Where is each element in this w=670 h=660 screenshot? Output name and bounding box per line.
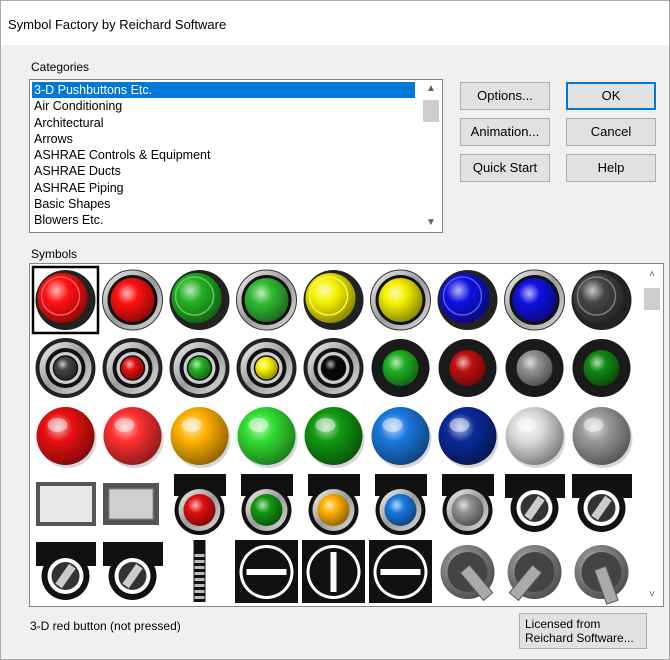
category-item[interactable]: Blowers Etc. xyxy=(32,212,415,228)
category-item[interactable]: ASHRAE Ducts xyxy=(32,163,415,179)
ok-button[interactable]: OK xyxy=(566,82,656,110)
options-button[interactable]: Options... xyxy=(460,82,550,110)
symbol-glossy[interactable] xyxy=(505,407,566,468)
category-item[interactable]: Air Conditioning xyxy=(32,98,415,114)
symbol-glossy[interactable] xyxy=(36,407,97,468)
categories-list: 3-D Pushbuttons Etc. Air Conditioning Arch… xyxy=(32,82,415,229)
symbol-key-switch[interactable] xyxy=(505,474,565,532)
cancel-button[interactable]: Cancel xyxy=(566,118,656,146)
quick-start-button[interactable]: Quick Start xyxy=(460,154,550,182)
symbol-lever-up[interactable] xyxy=(574,545,629,605)
symbol-glossy[interactable] xyxy=(237,407,298,468)
symbol-pushbutton[interactable] xyxy=(571,270,632,330)
licensed-button[interactable]: Licensed from Reichard Software... xyxy=(519,613,647,649)
help-button[interactable]: Help xyxy=(566,154,656,182)
symbol-pushbutton[interactable] xyxy=(437,270,498,330)
symbols-scroll-thumb[interactable] xyxy=(644,288,660,310)
symbol-pushbutton-ring[interactable] xyxy=(370,269,431,331)
symbol-lamp-housing[interactable] xyxy=(442,474,494,535)
symbol-lamp-housing[interactable] xyxy=(308,474,360,535)
symbol-glossy[interactable] xyxy=(371,407,432,468)
scroll-up-icon[interactable]: ▲ xyxy=(420,80,442,98)
symbol-pilot-black[interactable] xyxy=(572,339,631,397)
symbol-key-switch-narrow[interactable] xyxy=(572,474,632,532)
categories-listbox[interactable]: 3-D Pushbuttons Etc. Air Conditioning Arch… xyxy=(29,79,443,233)
scroll-down-icon[interactable]: ▼ xyxy=(420,214,442,232)
licensed-line-2: Reichard Software... xyxy=(525,631,634,645)
category-item[interactable]: ASHRAE Piping xyxy=(32,180,415,196)
window-title: Symbol Factory by Reichard Software xyxy=(8,17,227,32)
symbol-guarded[interactable] xyxy=(236,338,297,398)
symbol-selector-square-vert[interactable] xyxy=(302,540,365,603)
symbol-factory-dialog: Symbol Factory by Reichard Software Cate… xyxy=(0,0,670,660)
symbol-glossy[interactable] xyxy=(572,407,633,468)
symbol-pushbutton-ring[interactable] xyxy=(236,269,297,331)
symbols-label: Symbols xyxy=(31,247,78,261)
symbol-glossy[interactable] xyxy=(438,407,499,468)
symbol-guarded[interactable] xyxy=(102,338,163,398)
symbol-slider[interactable] xyxy=(193,540,206,602)
symbol-lever[interactable] xyxy=(440,545,495,602)
symbol-pushbutton-ring[interactable] xyxy=(504,269,565,331)
symbol-rect-button[interactable] xyxy=(36,482,96,526)
symbol-guarded[interactable] xyxy=(169,338,230,398)
symbol-key-switch[interactable] xyxy=(103,542,163,600)
symbol-pushbutton-ring[interactable] xyxy=(102,269,163,331)
symbol-pilot-black[interactable] xyxy=(505,339,564,397)
symbol-glossy[interactable] xyxy=(103,407,164,468)
symbol-lamp-housing[interactable] xyxy=(375,474,427,535)
symbol-pushbutton[interactable] xyxy=(169,270,230,330)
symbol-guarded[interactable] xyxy=(35,338,96,398)
category-item[interactable]: Basic Shapes xyxy=(32,196,415,212)
categories-label: Categories xyxy=(31,60,90,74)
categories-scrollbar[interactable]: ▲ ▼ xyxy=(420,80,442,232)
status-text: 3-D red button (not pressed) xyxy=(30,619,181,633)
symbol-pushbutton[interactable] xyxy=(35,270,96,330)
symbol-selector-square[interactable] xyxy=(235,540,298,603)
symbol-glossy[interactable] xyxy=(304,407,365,468)
symbol-lamp-housing[interactable] xyxy=(174,474,226,535)
symbol-guarded[interactable] xyxy=(303,338,364,398)
symbols-scroll-up-icon[interactable]: ˄ xyxy=(641,266,663,284)
symbol-pushbutton[interactable] xyxy=(303,270,364,330)
symbols-panel[interactable]: ˄ ˅ xyxy=(29,263,664,607)
scroll-thumb[interactable] xyxy=(423,100,439,122)
symbol-rect-button-small[interactable] xyxy=(103,483,159,525)
symbol-pilot-black[interactable] xyxy=(371,339,430,397)
symbol-pilot-black[interactable] xyxy=(438,339,497,397)
symbol-key-switch[interactable] xyxy=(36,542,96,600)
animation-button[interactable]: Animation... xyxy=(460,118,550,146)
symbols-scroll-down-icon[interactable]: ˅ xyxy=(641,586,663,604)
title-bar: Symbol Factory by Reichard Software xyxy=(1,1,669,45)
category-item[interactable]: ASHRAE Controls & Equipment xyxy=(32,147,415,163)
symbols-grid xyxy=(30,264,636,606)
symbol-glossy[interactable] xyxy=(170,407,231,468)
symbol-lever-right[interactable] xyxy=(507,545,562,602)
category-item[interactable]: Arrows xyxy=(32,131,415,147)
symbols-canvas xyxy=(31,265,633,605)
category-item[interactable]: Architectural xyxy=(32,115,415,131)
category-item[interactable]: 3-D Pushbuttons Etc. xyxy=(32,82,415,99)
symbol-selector-square[interactable] xyxy=(369,540,432,603)
symbol-lamp-housing[interactable] xyxy=(241,474,293,535)
symbols-scrollbar[interactable]: ˄ ˅ xyxy=(641,264,663,606)
licensed-line-1: Licensed from xyxy=(525,617,601,631)
